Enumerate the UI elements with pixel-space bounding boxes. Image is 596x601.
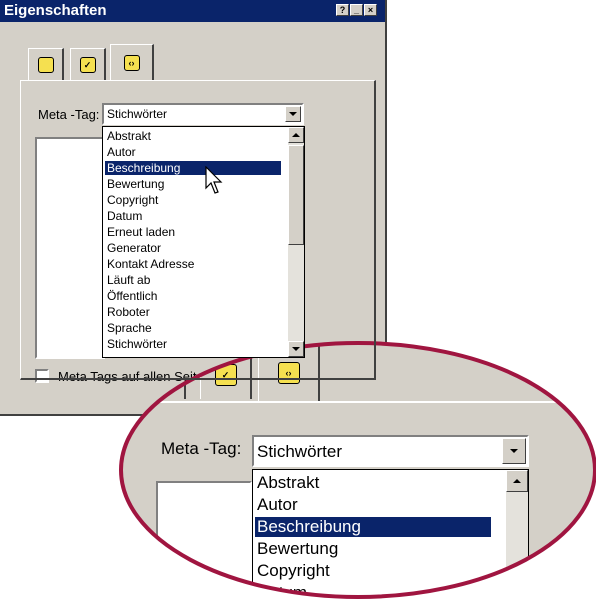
dropdown-button[interactable] xyxy=(285,106,301,122)
option-copyright[interactable]: Copyright xyxy=(105,193,160,207)
scroll-up-button[interactable] xyxy=(288,127,304,143)
zoom-dropdown-list: Abstrakt Autor Beschreibung Bewertung Co… xyxy=(252,469,529,601)
zoom-option-datum: Datum xyxy=(257,583,308,601)
chevron-down-icon xyxy=(510,449,518,453)
meta-code-icon: ‹› xyxy=(123,54,140,71)
meta-tag-label: Meta -Tag: xyxy=(38,107,100,122)
scroll-down-button[interactable] xyxy=(288,341,304,357)
zoom-meta-tag-select: Stichwörter xyxy=(252,435,529,467)
zoom-panel-edge xyxy=(120,401,596,403)
option-oeffentlich[interactable]: Öffentlich xyxy=(105,289,159,303)
close-button[interactable]: × xyxy=(364,4,377,16)
tab-page[interactable] xyxy=(28,48,64,80)
option-stichwoerter[interactable]: Stichwörter xyxy=(105,337,169,351)
title-bar[interactable]: Eigenschaften ? _ × xyxy=(0,0,385,22)
zoom-textarea xyxy=(156,481,252,598)
zoom-option-autor: Autor xyxy=(257,495,298,514)
zoom-dropdown-scrollbar xyxy=(506,470,528,598)
meta-tag-dropdown-list: Abstrakt Autor Beschreibung Bewertung Co… xyxy=(102,126,305,358)
zoom-meta-tag-selected: Stichwörter xyxy=(257,442,343,461)
meta-tag-selected: Stichwörter xyxy=(107,107,168,121)
minimize-button[interactable]: _ xyxy=(350,4,363,16)
option-roboter[interactable]: Roboter xyxy=(105,305,152,319)
option-kontakt-adresse[interactable]: Kontakt Adresse xyxy=(105,257,196,271)
option-generator[interactable]: Generator xyxy=(105,241,163,255)
zoom-option-beschreibung: Beschreibung xyxy=(255,517,491,537)
page-icon xyxy=(37,56,54,73)
option-bewertung[interactable]: Bewertung xyxy=(105,177,166,191)
zoom-option-copyright: Copyright xyxy=(257,561,330,580)
check-page-icon: ✓ xyxy=(79,56,96,73)
option-erneut-laden[interactable]: Erneut laden xyxy=(105,225,177,239)
meta-tag-select[interactable]: Stichwörter xyxy=(102,103,304,125)
tab-meta[interactable]: ‹› xyxy=(110,44,154,80)
option-datum[interactable]: Datum xyxy=(105,209,144,223)
dropdown-scrollbar[interactable] xyxy=(288,127,304,357)
zoom-dropdown-button xyxy=(502,438,526,464)
properties-window: Eigenschaften ? _ × ✓ ‹› Meta -Tag: Stic… xyxy=(0,0,387,416)
scroll-thumb[interactable] xyxy=(288,145,304,245)
option-abstrakt[interactable]: Abstrakt xyxy=(105,129,153,143)
zoom-option-bewertung: Bewertung xyxy=(257,539,339,558)
option-autor[interactable]: Autor xyxy=(105,145,138,159)
zoom-option-abstrakt: Abstrakt xyxy=(257,473,320,492)
option-beschreibung[interactable]: Beschreibung xyxy=(105,161,281,175)
arrow-up-icon xyxy=(513,479,521,483)
chevron-down-icon xyxy=(289,112,297,116)
window-title: Eigenschaften xyxy=(4,2,107,19)
arrow-up-icon xyxy=(292,133,300,137)
zoom-scroll-up-button xyxy=(506,470,528,492)
option-laeuft-ab[interactable]: Läuft ab xyxy=(105,273,152,287)
help-button[interactable]: ? xyxy=(336,4,349,16)
tab-check[interactable]: ✓ xyxy=(70,48,106,80)
zoom-meta-tag-label: Meta -Tag: xyxy=(161,439,242,458)
arrow-down-icon xyxy=(292,347,300,351)
option-sprache[interactable]: Sprache xyxy=(105,321,154,335)
